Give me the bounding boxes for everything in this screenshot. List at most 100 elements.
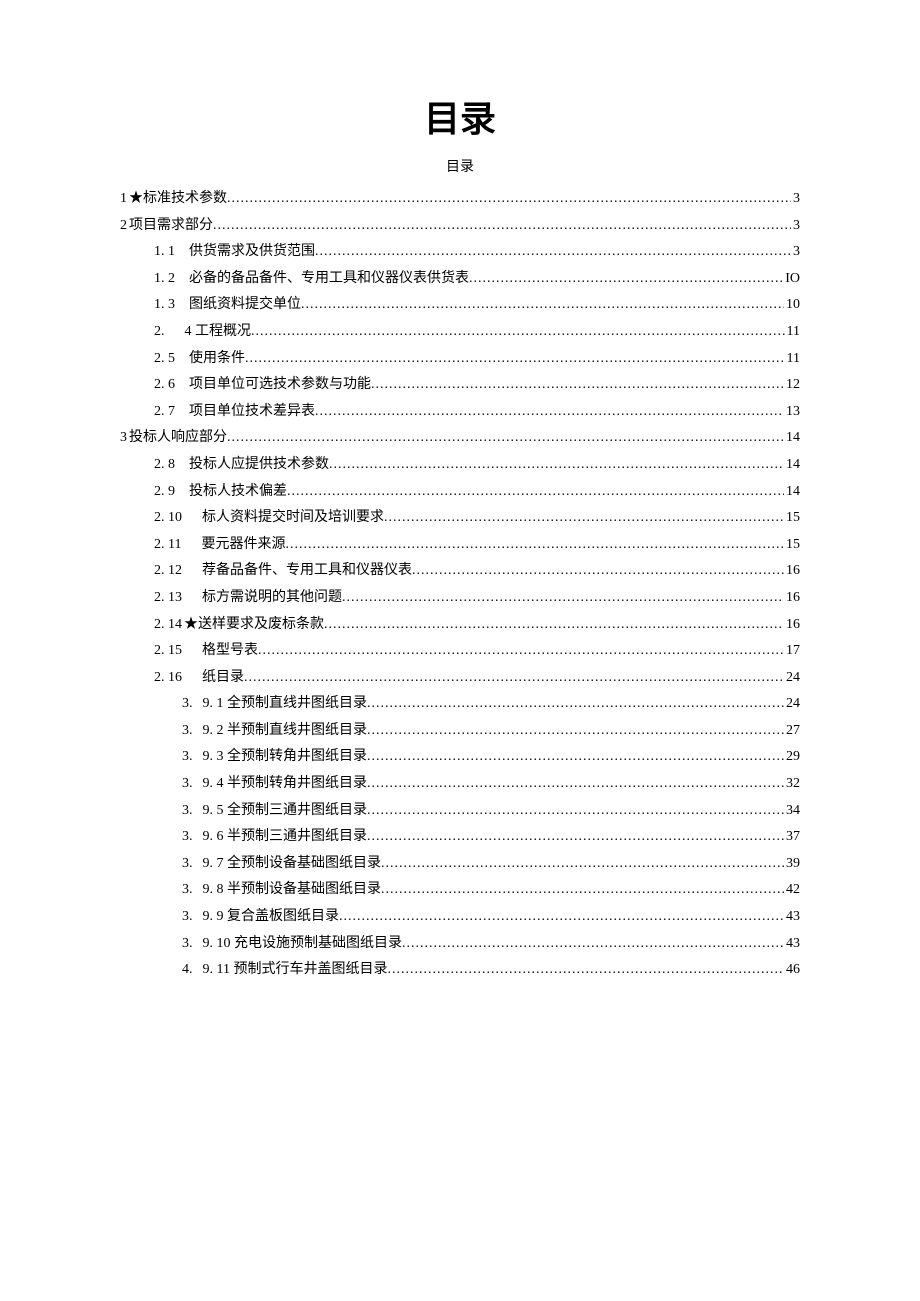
toc-entry-leader xyxy=(339,904,784,931)
toc-entry-text: 4 工程概况 xyxy=(165,319,252,346)
toc-entry: 2. 10标人资料提交时间及培训要求15 xyxy=(120,505,800,532)
toc-entry-leader xyxy=(381,877,784,904)
toc-entry-number: 3. xyxy=(182,877,193,904)
toc-entry-number: 3. xyxy=(182,824,193,851)
toc-entry-page: 3 xyxy=(791,239,800,266)
toc-entry-number: 2. 14 xyxy=(154,612,182,639)
toc-entry-number: 2. 11 xyxy=(154,532,181,559)
toc-entry: 2. 13标方需说明的其他问题16 xyxy=(120,585,800,612)
toc-entry: 2项目需求部分3 xyxy=(120,213,800,240)
toc-entry-page: 39 xyxy=(784,851,800,878)
toc-entry-text: 供货需求及供货范围 xyxy=(175,239,315,266)
toc-entry: 2. 12荐备品备件、专用工具和仪器仪表16 xyxy=(120,558,800,585)
toc-entry-page: 11 xyxy=(785,319,800,346)
toc-entry-leader xyxy=(213,213,791,240)
toc-entry-page: 43 xyxy=(784,904,800,931)
toc-entry: 3.9. 8 半预制设备基础图纸目录42 xyxy=(120,877,800,904)
toc-entry-page: 24 xyxy=(784,691,800,718)
toc-entry-number: 2. 16 xyxy=(154,665,182,692)
toc-entry: 1. 1供货需求及供货范围3 xyxy=(120,239,800,266)
toc-entry: 3.9. 5 全预制三通井图纸目录34 xyxy=(120,798,800,825)
toc-entry-leader xyxy=(469,266,783,293)
toc-entry: 3.9. 10 充电设施预制基础图纸目录43 xyxy=(120,931,800,958)
toc-entry-page: 14 xyxy=(784,425,800,452)
toc-entry-text: 9. 7 全预制设备基础图纸目录 xyxy=(193,851,382,878)
toc-entry-page: 27 xyxy=(784,718,800,745)
toc-entry-leader xyxy=(258,638,784,665)
toc-entry-number: 2. 9 xyxy=(154,479,175,506)
toc-entry-text: 9. 10 充电设施预制基础图纸目录 xyxy=(193,931,403,958)
toc-entry-page: 37 xyxy=(784,824,800,851)
toc-entry-leader xyxy=(387,957,784,984)
toc-entry-page: 14 xyxy=(784,452,800,479)
toc-entry-leader xyxy=(371,372,784,399)
toc-entry-page: 12 xyxy=(784,372,800,399)
toc-entry-leader xyxy=(367,798,784,825)
page-title: 目录 xyxy=(120,90,800,142)
toc-entry-text: ★标准技术参数 xyxy=(127,186,227,213)
toc-entry-page: 15 xyxy=(784,532,800,559)
toc-entry-leader xyxy=(244,665,784,692)
toc-entry-number: 3. xyxy=(182,744,193,771)
toc-entry-text: 要元器件来源 xyxy=(181,532,285,559)
toc-entry-number: 3. xyxy=(182,904,193,931)
toc-entry: 3投标人响应部分 14 xyxy=(120,425,800,452)
toc-entry: 2. 8投标人应提供技术参数14 xyxy=(120,452,800,479)
toc-entry: 1. 3图纸资料提交单位10 xyxy=(120,292,800,319)
toc-entry-leader xyxy=(402,931,784,958)
toc-entry-text: 9. 5 全预制三通井图纸目录 xyxy=(193,798,368,825)
toc-entry-text: 9. 1 全预制直线井图纸目录 xyxy=(193,691,368,718)
toc-entry-number: 2. 10 xyxy=(154,505,182,532)
toc-entry-text: 必备的备品备件、专用工具和仪器仪表供货表 xyxy=(175,266,469,293)
toc-entry-number: 1. 2 xyxy=(154,266,175,293)
toc-entry: 3.9. 4 半预制转角井图纸目录32 xyxy=(120,771,800,798)
toc-entry-number: 3. xyxy=(182,798,193,825)
toc-entry-text: 使用条件 xyxy=(175,346,245,373)
toc-entry-page: 3 xyxy=(791,213,800,240)
toc-entry-leader xyxy=(301,292,784,319)
toc-entry-page: 17 xyxy=(784,638,800,665)
toc-entry-page: 46 xyxy=(784,957,800,984)
toc-entry: 4.9. 11 预制式行车井盖图纸目录46 xyxy=(120,957,800,984)
toc-entry-leader xyxy=(367,691,784,718)
toc-entry-text: 9. 2 半预制直线井图纸目录 xyxy=(193,718,368,745)
toc-entry: 2. 15格型号表17 xyxy=(120,638,800,665)
toc-entry: 1. 2必备的备品备件、专用工具和仪器仪表供货表IO xyxy=(120,266,800,293)
toc-entry: 1 ★标准技术参数3 xyxy=(120,186,800,213)
toc-entry-leader xyxy=(367,744,784,771)
toc-entry: 2. 6项目单位可选技术参数与功能12 xyxy=(120,372,800,399)
toc-entry-page: 16 xyxy=(784,585,800,612)
toc-entry-text: 项目需求部分 xyxy=(127,213,213,240)
toc-entry-number: 3 xyxy=(120,425,127,452)
toc-entry-leader xyxy=(324,612,784,639)
toc-entry-leader xyxy=(381,851,784,878)
toc-entry: 2. 14★送样要求及废标条款16 xyxy=(120,612,800,639)
toc-entry-page: 24 xyxy=(784,665,800,692)
toc-entry-text: ★送样要求及废标条款 xyxy=(182,612,324,639)
toc-entry-text: 项目单位技术差异表 xyxy=(175,399,315,426)
toc-entry-number: 2. 6 xyxy=(154,372,175,399)
toc-entry-text: 9. 11 预制式行车井盖图纸目录 xyxy=(193,957,388,984)
toc-entry: 2. 5使用条件11 xyxy=(120,346,800,373)
toc-entry-leader xyxy=(329,452,784,479)
toc-entry: 2. 9投标人技术偏差14 xyxy=(120,479,800,506)
toc-entry-text: 格型号表 xyxy=(182,638,258,665)
toc-entry-text: 投标人响应部分 xyxy=(127,425,227,452)
toc-entry-leader xyxy=(315,399,784,426)
toc-entry-text: 荐备品备件、专用工具和仪器仪表 xyxy=(182,558,412,585)
toc-entry-page: 32 xyxy=(784,771,800,798)
toc-entry-text: 9. 8 半预制设备基础图纸目录 xyxy=(193,877,382,904)
toc-entry-page: 16 xyxy=(784,558,800,585)
toc-entry: 3.9. 7 全预制设备基础图纸目录39 xyxy=(120,851,800,878)
toc-entry-number: 3. xyxy=(182,691,193,718)
toc-entry-page: 13 xyxy=(784,399,800,426)
toc-entry: 2. 16纸目录24 xyxy=(120,665,800,692)
toc-entry-leader xyxy=(285,532,784,559)
toc-entry-number: 3. xyxy=(182,931,193,958)
toc-entry-leader xyxy=(342,585,784,612)
table-of-contents: 1 ★标准技术参数32项目需求部分31. 1供货需求及供货范围31. 2必备的备… xyxy=(120,186,800,984)
toc-entry: 2. 7项目单位技术差异表13 xyxy=(120,399,800,426)
toc-entry-leader xyxy=(227,425,784,452)
toc-entry-number: 2. 13 xyxy=(154,585,182,612)
toc-entry-text: 9. 9 复合盖板图纸目录 xyxy=(193,904,340,931)
